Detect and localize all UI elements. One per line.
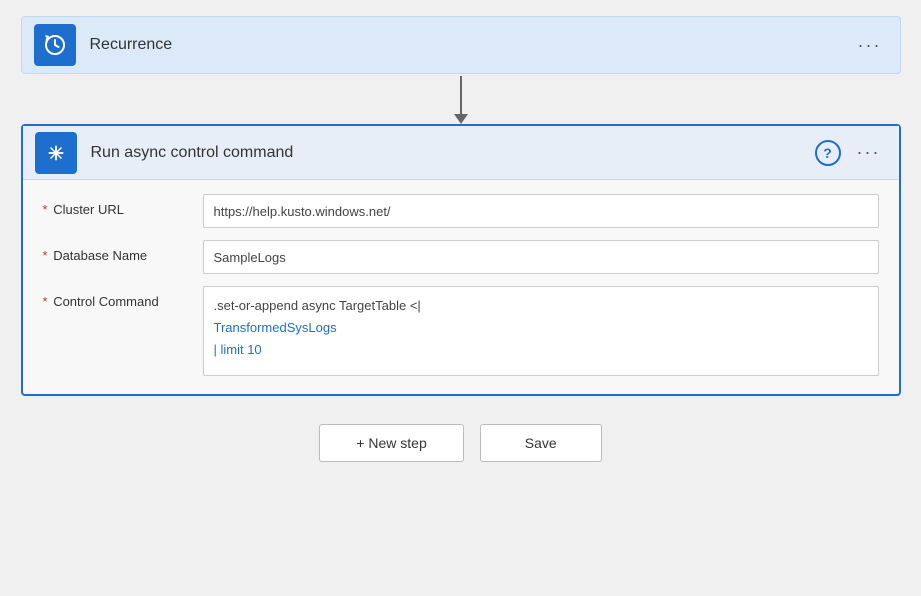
action-header-right: ? ··· bbox=[815, 138, 887, 167]
recurrence-title: Recurrence bbox=[76, 36, 852, 54]
cluster-url-label: * Cluster URL bbox=[43, 194, 203, 217]
connector-icon bbox=[45, 142, 67, 164]
database-name-label: * Database Name bbox=[43, 240, 203, 263]
control-command-line-1: .set-or-append async TargetTable <| bbox=[214, 295, 868, 317]
action-icon-box bbox=[35, 132, 77, 174]
cluster-url-required-star: * bbox=[43, 202, 48, 217]
cluster-url-input[interactable] bbox=[203, 194, 879, 228]
new-step-button[interactable]: + New step bbox=[319, 424, 463, 462]
recurrence-icon-box bbox=[34, 24, 76, 66]
clock-icon bbox=[43, 33, 67, 57]
cluster-url-row: * Cluster URL bbox=[43, 194, 879, 228]
action-card-title: Run async control command bbox=[77, 144, 815, 162]
database-name-input[interactable] bbox=[203, 240, 879, 274]
action-body: * Cluster URL * Database Name * Control … bbox=[23, 180, 899, 394]
save-button[interactable]: Save bbox=[480, 424, 602, 462]
canvas: Recurrence ··· Run async control command… bbox=[0, 0, 921, 596]
control-command-textarea[interactable]: .set-or-append async TargetTable <| Tran… bbox=[203, 286, 879, 376]
control-command-line-2: TransformedSysLogs bbox=[214, 317, 868, 339]
control-command-required-star: * bbox=[43, 294, 48, 309]
action-card-header: Run async control command ? ··· bbox=[23, 126, 899, 180]
control-command-label: * Control Command bbox=[43, 286, 203, 309]
database-name-required-star: * bbox=[43, 248, 48, 263]
arrow-connector bbox=[460, 76, 462, 116]
action-card: Run async control command ? ··· * Cluste… bbox=[21, 124, 901, 396]
control-command-row: * Control Command .set-or-append async T… bbox=[43, 286, 879, 376]
recurrence-card: Recurrence ··· bbox=[21, 16, 901, 74]
bottom-actions: + New step Save bbox=[319, 424, 601, 462]
control-command-line-3: | limit 10 bbox=[214, 339, 868, 361]
action-more-button[interactable]: ··· bbox=[851, 138, 887, 167]
help-button[interactable]: ? bbox=[815, 140, 841, 166]
database-name-row: * Database Name bbox=[43, 240, 879, 274]
recurrence-more-button[interactable]: ··· bbox=[852, 31, 888, 60]
